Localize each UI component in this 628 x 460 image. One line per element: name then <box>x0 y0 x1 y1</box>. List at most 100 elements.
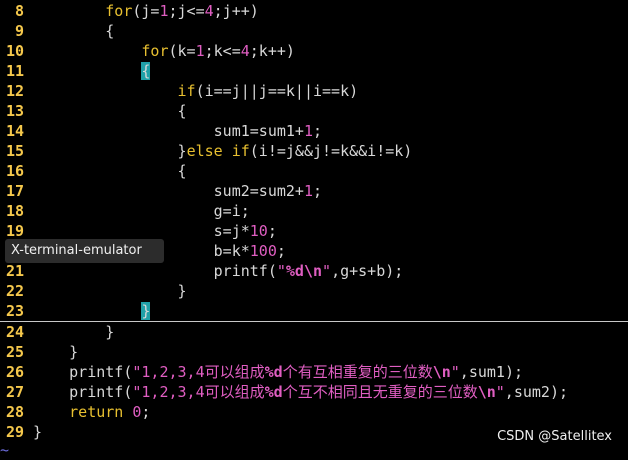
code-line[interactable]: 8 for(j=1;j<=4;j++) <box>0 1 628 21</box>
code-token: ; <box>141 403 151 421</box>
code-line[interactable]: 12 if(i==j||j==k||i==k) <box>0 81 628 101</box>
code-token: ;j++) <box>213 2 259 20</box>
code-token: (j= <box>132 2 160 20</box>
code-token: ; <box>267 222 277 240</box>
code-token: } <box>33 343 79 361</box>
code-text[interactable]: } <box>24 343 78 361</box>
code-line[interactable]: 13 { <box>0 101 628 121</box>
code-line[interactable]: 23 } <box>0 301 628 322</box>
code-token: %d <box>264 383 283 401</box>
code-token: ; <box>276 242 286 260</box>
code-text[interactable]: return 0; <box>24 403 150 421</box>
code-line[interactable]: 17 sum2=sum2+1; <box>0 181 628 201</box>
code-text[interactable]: for(k=1;k<=4;k++) <box>24 42 295 60</box>
code-token: ; <box>313 182 323 200</box>
code-line[interactable]: 18 g=i; <box>0 201 628 221</box>
code-text[interactable]: for(j=1;j<=4;j++) <box>24 2 259 20</box>
code-token: { <box>33 22 115 40</box>
code-token: "1,2,3,4可以组成 <box>132 383 265 401</box>
code-line[interactable]: 26 printf("1,2,3,4可以组成%d个有互相重复的三位数\n",su… <box>0 362 628 382</box>
line-number: 19 <box>5 222 24 240</box>
code-token: } <box>141 302 151 320</box>
code-text[interactable]: { <box>24 162 187 180</box>
code-line[interactable]: 14 sum1=sum1+1; <box>0 121 628 141</box>
line-number: 23 <box>5 302 24 320</box>
code-token: (i==j||j==k||i==k) <box>195 82 359 100</box>
code-token: (i!=j&&j!=k&&i!=k) <box>249 142 413 160</box>
code-text[interactable]: } <box>24 282 187 300</box>
code-text[interactable]: printf("%d\n",g+s+b); <box>24 262 404 280</box>
code-token: for <box>105 2 133 20</box>
code-line[interactable]: 9 { <box>0 21 628 41</box>
code-line[interactable]: 27 printf("1,2,3,4可以组成%d个互不相同且无重复的三位数\n"… <box>0 382 628 402</box>
code-token: } <box>33 142 187 160</box>
code-token: for <box>141 42 169 60</box>
code-token: 4 <box>240 42 250 60</box>
code-token: ;k<= <box>204 42 241 60</box>
code-token: 1 <box>195 42 205 60</box>
code-token: if <box>177 82 196 100</box>
code-text[interactable]: printf("1,2,3,4可以组成%d个有互相重复的三位数\n",sum1)… <box>24 363 523 381</box>
code-token: sum1=sum1+ <box>33 122 304 140</box>
line-number: 9 <box>14 22 24 40</box>
code-token: 10 <box>249 222 268 240</box>
code-text[interactable]: } <box>24 302 151 320</box>
tooltip: X-terminal-emulator <box>5 239 164 263</box>
watermark: CSDN @Satellitex <box>497 429 612 444</box>
code-text[interactable]: g=i; <box>24 202 250 220</box>
code-token: 个有互相重复的三位数 <box>282 363 433 381</box>
line-number: 29 <box>5 423 24 441</box>
code-line[interactable]: 16 { <box>0 161 628 181</box>
code-editor[interactable]: 8 for(j=1;j<=4;j++) 9 {10 for(k=1;k<=4;k+… <box>0 1 628 442</box>
code-token: printf( <box>33 262 277 280</box>
code-token: %d <box>264 363 283 381</box>
code-token: 4 <box>204 2 214 20</box>
code-line[interactable]: 24 } <box>0 322 628 342</box>
code-token: 100 <box>249 242 277 260</box>
code-text[interactable]: { <box>24 102 187 120</box>
code-token: g=i; <box>33 202 250 220</box>
code-text[interactable]: s=j*10; <box>24 222 277 240</box>
code-text[interactable]: { <box>24 62 151 80</box>
code-text[interactable]: sum1=sum1+1; <box>24 122 322 140</box>
code-text[interactable]: }else if(i!=j&&j!=k&&i!=k) <box>24 142 413 160</box>
code-text[interactable]: { <box>24 22 114 40</box>
code-token: " <box>276 262 286 280</box>
line-number: 11 <box>5 62 24 80</box>
line-number: 25 <box>5 343 24 361</box>
code-token: \n <box>477 383 496 401</box>
line-number: 16 <box>5 162 24 180</box>
line-number: 8 <box>14 2 24 20</box>
code-line[interactable]: 21 printf("%d\n",g+s+b); <box>0 261 628 281</box>
code-token: printf( <box>33 363 133 381</box>
code-token: { <box>33 162 187 180</box>
code-token: { <box>33 102 187 120</box>
line-number: 17 <box>5 182 24 200</box>
line-number: 15 <box>5 142 24 160</box>
code-token: 1 <box>303 182 313 200</box>
code-line[interactable]: 22 } <box>0 281 628 301</box>
code-token: ,sum1); <box>459 363 524 381</box>
code-token: \n <box>303 262 323 280</box>
code-text[interactable]: sum2=sum2+1; <box>24 182 322 200</box>
code-line[interactable]: 19 s=j*10; <box>0 221 628 241</box>
code-token: ,g+s+b); <box>331 262 404 280</box>
code-text[interactable]: } <box>24 323 114 341</box>
code-token: \n <box>432 363 451 381</box>
code-line[interactable]: 10 for(k=1;k<=4;k++) <box>0 41 628 61</box>
code-token: %d <box>285 262 304 280</box>
code-line[interactable]: 25 } <box>0 342 628 362</box>
code-line[interactable]: 11 { <box>0 61 628 81</box>
code-line[interactable]: 15 }else if(i!=j&&j!=k&&i!=k) <box>0 141 628 161</box>
line-number: 26 <box>5 363 24 381</box>
code-text[interactable]: printf("1,2,3,4可以组成%d个互不相同且无重复的三位数\n",su… <box>24 383 568 401</box>
code-line[interactable]: 28 return 0; <box>0 402 628 422</box>
code-token: return <box>69 403 124 421</box>
code-text[interactable]: } <box>24 423 42 441</box>
code-text[interactable]: if(i==j||j==k||i==k) <box>24 82 359 100</box>
